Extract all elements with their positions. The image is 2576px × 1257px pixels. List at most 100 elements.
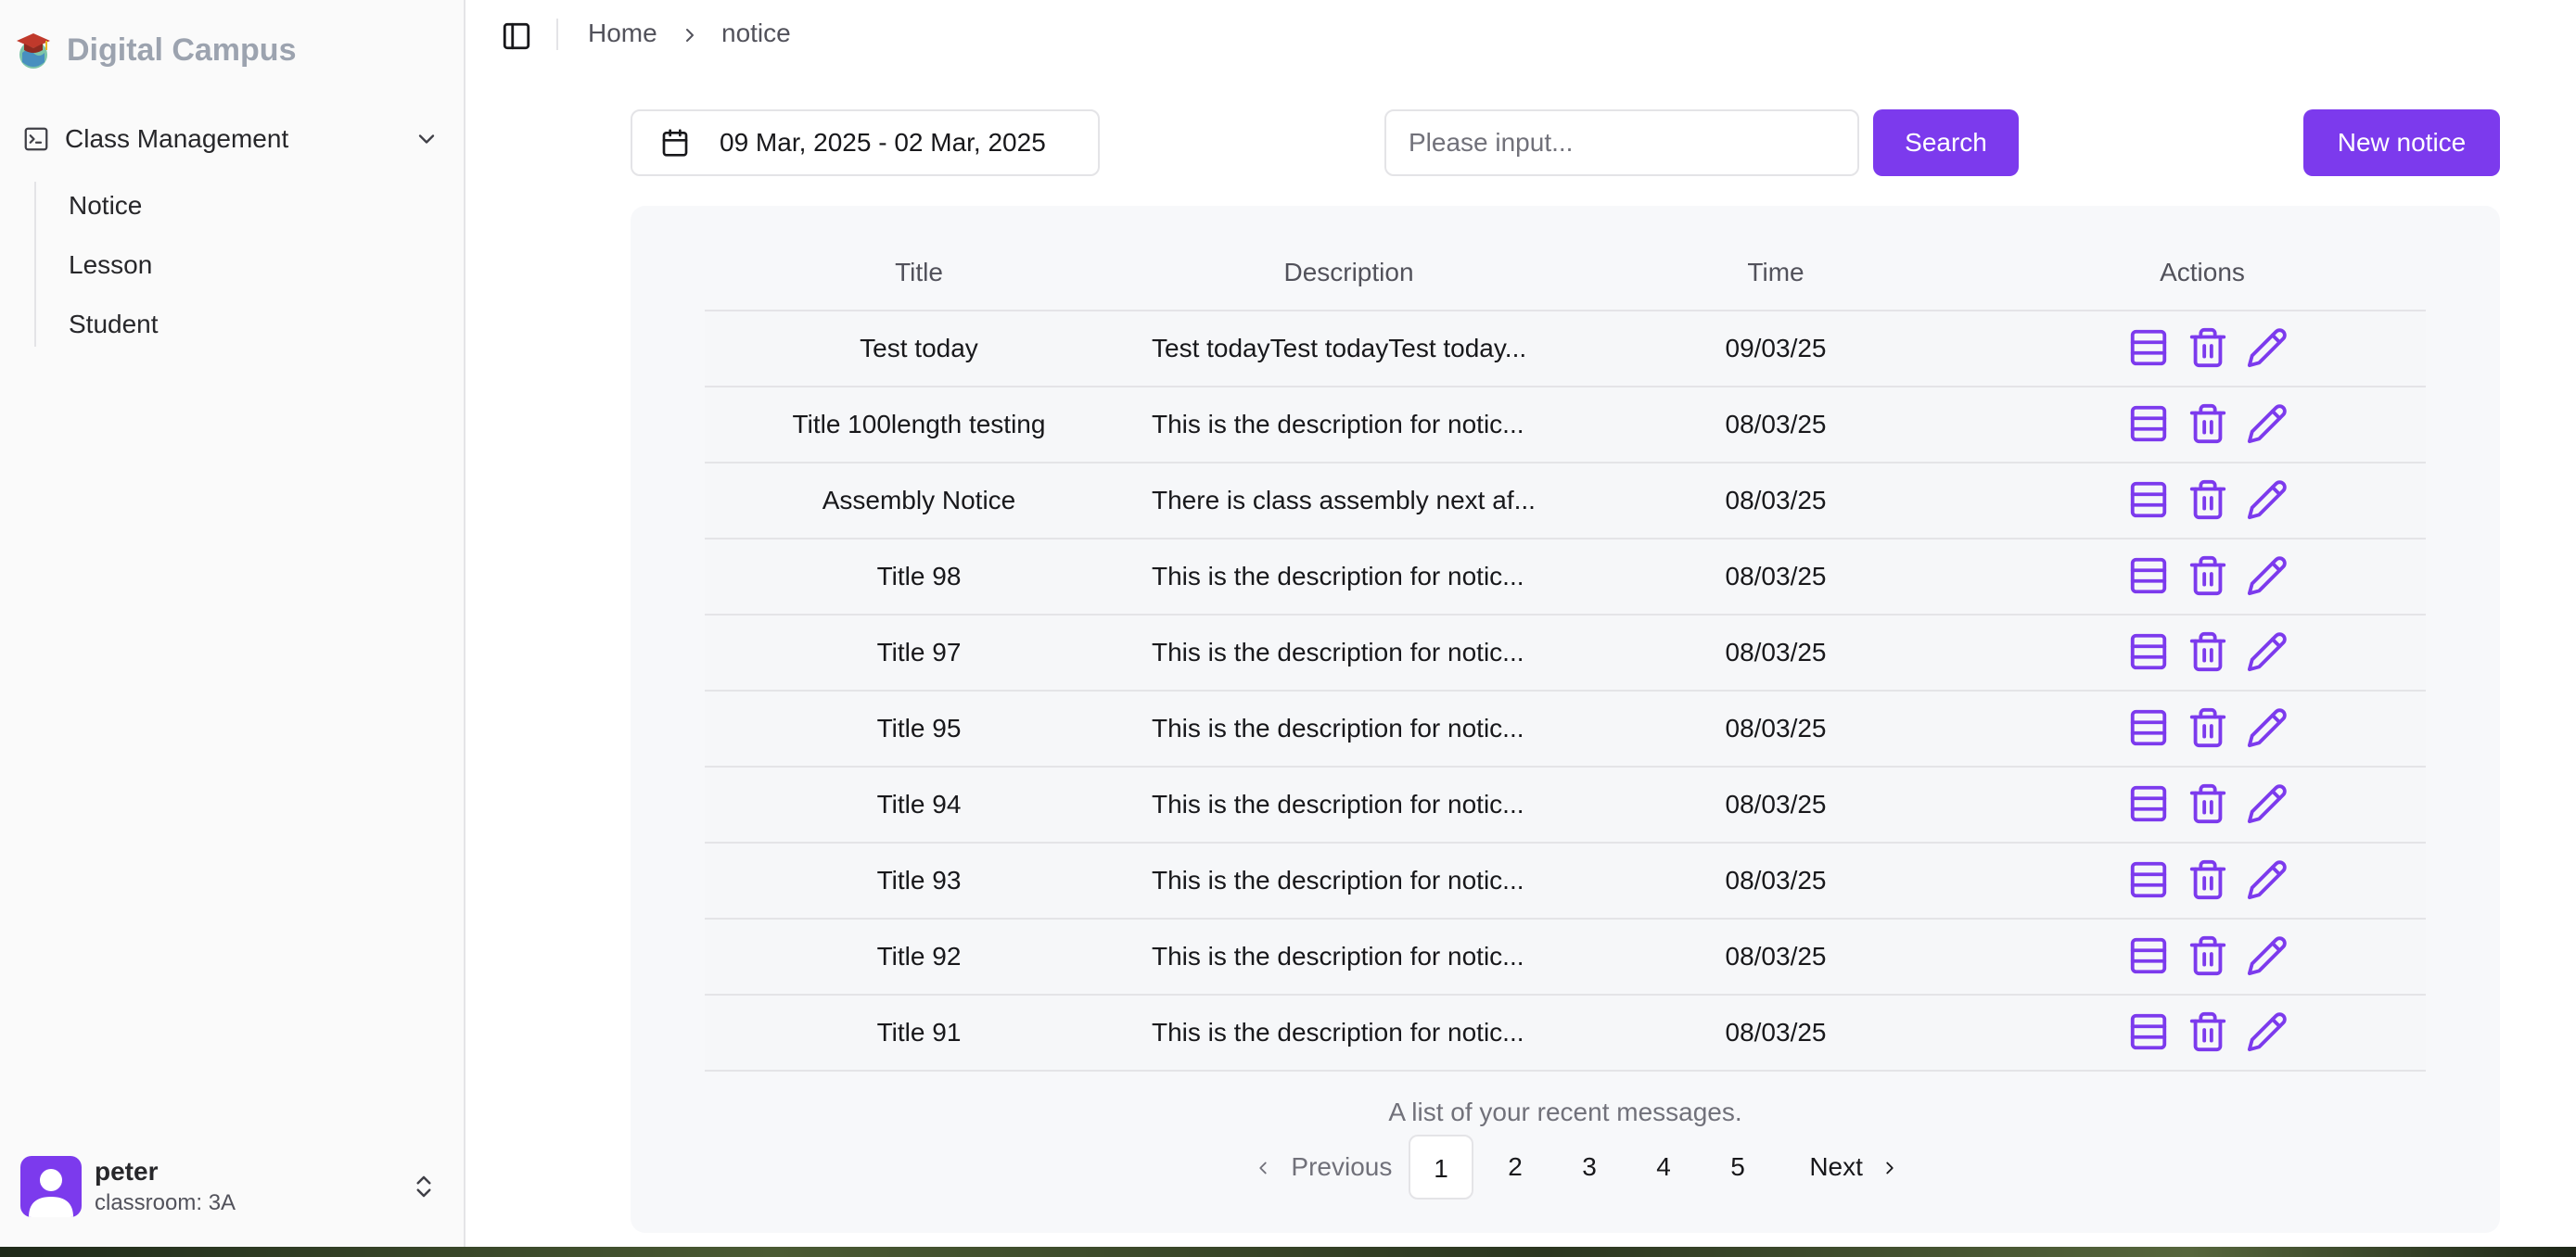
list-icon[interactable] bbox=[2127, 782, 2170, 825]
list-icon[interactable] bbox=[2127, 934, 2170, 977]
desktop-background bbox=[0, 1247, 2576, 1257]
list-icon[interactable] bbox=[2127, 554, 2170, 597]
list-icon[interactable] bbox=[2127, 858, 2170, 901]
row-time: 08/03/25 bbox=[1725, 410, 1827, 438]
trash-icon[interactable] bbox=[2187, 858, 2229, 901]
pencil-icon[interactable] bbox=[2246, 554, 2289, 597]
table-row: Title 93 This is the description for noti… bbox=[705, 844, 2426, 920]
sidebar-item-notice[interactable]: Notice bbox=[69, 182, 142, 230]
table-row: Title 94 This is the description for noti… bbox=[705, 768, 2426, 844]
search-input[interactable] bbox=[1384, 109, 1859, 176]
row-title: Title 93 bbox=[876, 866, 962, 895]
user-avatar-icon bbox=[29, 1169, 73, 1217]
previous-page-button[interactable]: Previous bbox=[1230, 1135, 1415, 1200]
column-time: Time bbox=[1747, 258, 1804, 286]
table-header: Title Description Time Actions bbox=[705, 239, 2426, 311]
breadcrumb-home[interactable]: Home bbox=[588, 19, 657, 48]
pencil-icon[interactable] bbox=[2246, 934, 2289, 977]
app-window: Digital Campus Class Management Notice L… bbox=[0, 0, 2576, 1247]
row-description: There is class assembly next af... bbox=[1152, 486, 1536, 514]
row-title: Title 91 bbox=[876, 1018, 962, 1047]
list-icon[interactable] bbox=[2127, 402, 2170, 445]
column-title: Title bbox=[895, 258, 943, 286]
chevron-left-icon bbox=[1258, 1162, 1267, 1174]
table-row: Title 91 This is the description for noti… bbox=[705, 996, 2426, 1072]
row-actions bbox=[2127, 402, 2289, 445]
page-2-button[interactable]: 2 bbox=[1483, 1135, 1548, 1200]
pencil-icon[interactable] bbox=[2246, 1010, 2289, 1053]
divider bbox=[556, 19, 558, 50]
list-icon[interactable] bbox=[2127, 1010, 2170, 1053]
notice-table: Title Description Time Actions Test toda… bbox=[705, 239, 2426, 1072]
trash-icon[interactable] bbox=[2187, 782, 2229, 825]
pencil-icon[interactable] bbox=[2246, 706, 2289, 749]
sub-nav: Notice Lesson Student bbox=[34, 182, 426, 347]
top-bar: Home notice bbox=[465, 0, 2576, 70]
trash-icon[interactable] bbox=[2187, 326, 2229, 369]
row-time: 08/03/25 bbox=[1725, 562, 1827, 590]
chevron-down-icon bbox=[418, 134, 435, 144]
row-time: 08/03/25 bbox=[1725, 638, 1827, 667]
row-time: 08/03/25 bbox=[1725, 866, 1827, 895]
chevrons-up-down-icon bbox=[416, 1175, 431, 1198]
table-body: Test today Test todayTest todayTest today… bbox=[705, 311, 2426, 1072]
row-description: This is the description for notic... bbox=[1152, 410, 1524, 438]
pencil-icon[interactable] bbox=[2246, 326, 2289, 369]
row-title: Title 97 bbox=[876, 638, 962, 667]
list-icon[interactable] bbox=[2127, 478, 2170, 521]
sidebar: Digital Campus Class Management Notice L… bbox=[0, 0, 465, 1247]
column-actions: Actions bbox=[2160, 258, 2245, 286]
trash-icon[interactable] bbox=[2187, 1010, 2229, 1053]
previous-label: Previous bbox=[1291, 1152, 1393, 1181]
row-time: 08/03/25 bbox=[1725, 486, 1827, 514]
row-actions bbox=[2127, 934, 2289, 977]
row-time: 09/03/25 bbox=[1725, 334, 1827, 362]
list-icon[interactable] bbox=[2127, 326, 2170, 369]
breadcrumb-current: notice bbox=[721, 19, 791, 47]
next-page-button[interactable]: Next bbox=[1799, 1135, 1910, 1200]
class-management-group[interactable]: Class Management bbox=[22, 117, 440, 161]
pencil-icon[interactable] bbox=[2246, 630, 2289, 673]
pencil-icon[interactable] bbox=[2246, 858, 2289, 901]
row-description: This is the description for notic... bbox=[1152, 942, 1524, 971]
row-description: Test todayTest todayTest today... bbox=[1152, 334, 1527, 362]
page-1-button[interactable]: 1 bbox=[1409, 1135, 1473, 1200]
row-actions bbox=[2127, 326, 2289, 369]
row-description: This is the description for notic... bbox=[1152, 714, 1524, 743]
trash-icon[interactable] bbox=[2187, 934, 2229, 977]
brand[interactable]: Digital Campus bbox=[15, 24, 296, 76]
user-menu[interactable]: peter classroom: 3A bbox=[20, 1153, 438, 1220]
trash-icon[interactable] bbox=[2187, 706, 2229, 749]
date-range-picker[interactable]: 09 Mar, 2025 - 02 Mar, 2025 bbox=[631, 109, 1100, 176]
user-classroom: classroom: 3A bbox=[95, 1190, 236, 1215]
sidebar-item-student[interactable]: Student bbox=[69, 300, 159, 349]
chevron-right-icon bbox=[1886, 1162, 1894, 1174]
table-caption: A list of your recent messages. bbox=[1388, 1098, 1742, 1126]
user-name: peter bbox=[95, 1157, 159, 1186]
trash-icon[interactable] bbox=[2187, 554, 2229, 597]
search-button[interactable]: Search bbox=[1873, 109, 2019, 176]
brand-name: Digital Campus bbox=[67, 32, 297, 68]
new-notice-button[interactable]: New notice bbox=[2303, 109, 2500, 176]
page-4-button[interactable]: 4 bbox=[1631, 1135, 1696, 1200]
pencil-icon[interactable] bbox=[2246, 782, 2289, 825]
row-title: Test today bbox=[860, 334, 978, 362]
sidebar-toggle-icon[interactable] bbox=[501, 20, 532, 52]
list-icon[interactable] bbox=[2127, 630, 2170, 673]
sidebar-item-lesson[interactable]: Lesson bbox=[69, 241, 152, 289]
pencil-icon[interactable] bbox=[2246, 478, 2289, 521]
page-3-button[interactable]: 3 bbox=[1557, 1135, 1622, 1200]
page-5-button[interactable]: 5 bbox=[1705, 1135, 1770, 1200]
trash-icon[interactable] bbox=[2187, 478, 2229, 521]
table-row: Title 92 This is the description for noti… bbox=[705, 920, 2426, 996]
row-title: Title 95 bbox=[876, 714, 962, 743]
table-row: Assembly Notice There is class assembly n… bbox=[705, 463, 2426, 540]
list-icon[interactable] bbox=[2127, 706, 2170, 749]
row-time: 08/03/25 bbox=[1725, 714, 1827, 743]
trash-icon[interactable] bbox=[2187, 402, 2229, 445]
row-title: Title 94 bbox=[876, 790, 962, 819]
row-title: Assembly Notice bbox=[822, 486, 1016, 514]
trash-icon[interactable] bbox=[2187, 630, 2229, 673]
row-description: This is the description for notic... bbox=[1152, 638, 1524, 667]
pencil-icon[interactable] bbox=[2246, 402, 2289, 445]
